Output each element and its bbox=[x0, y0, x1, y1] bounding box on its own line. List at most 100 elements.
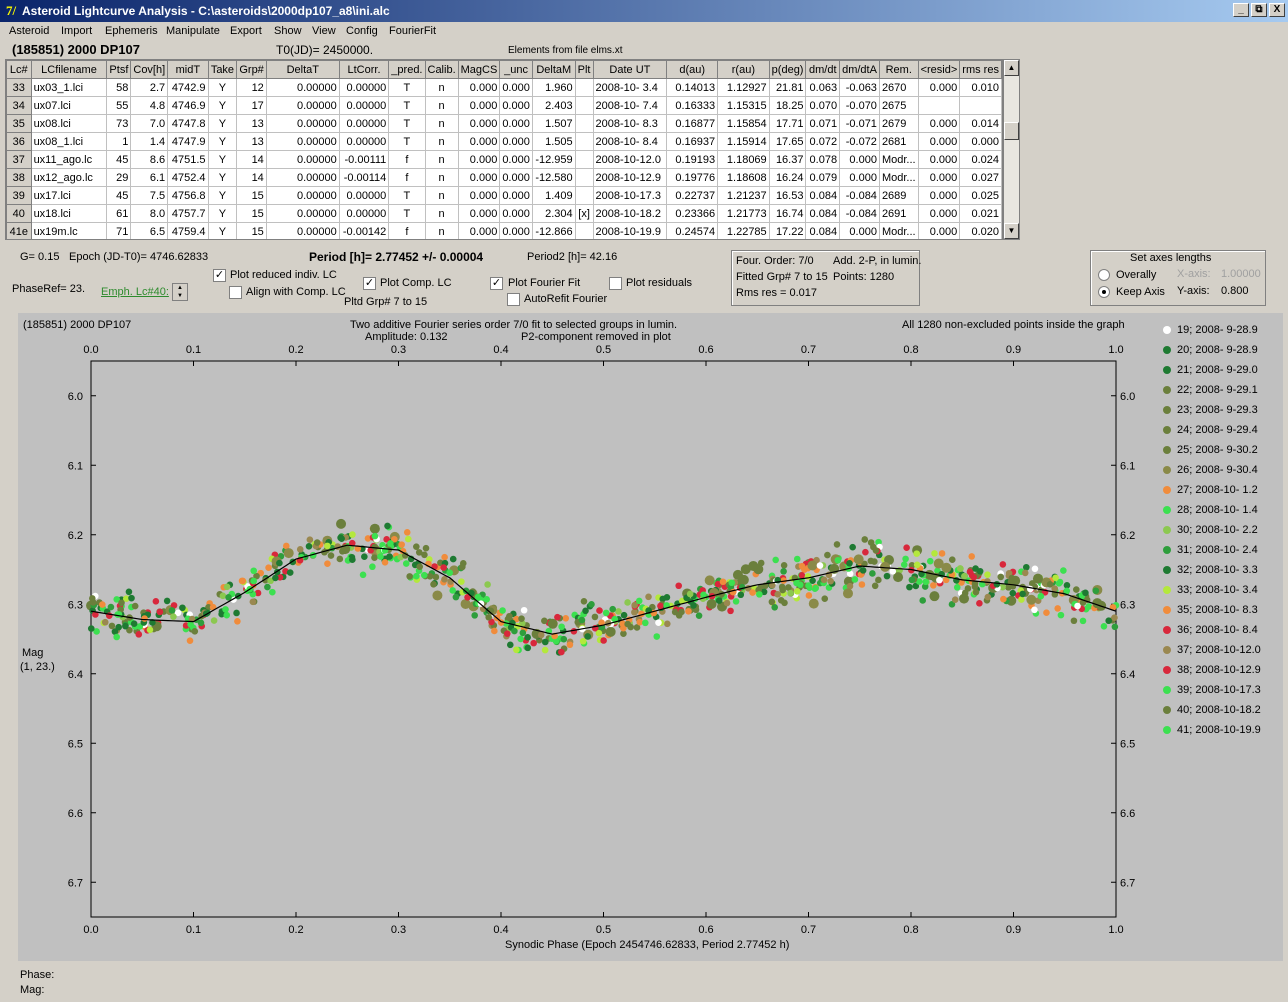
data-point bbox=[961, 589, 969, 597]
data-point bbox=[1022, 563, 1030, 571]
legend-item: 20; 2008- 9-28.9 bbox=[1157, 340, 1258, 360]
x-tick-label: 0.4 bbox=[493, 924, 508, 936]
data-point bbox=[234, 617, 241, 625]
data-point bbox=[554, 613, 561, 621]
data-point bbox=[984, 571, 991, 579]
data-point bbox=[675, 582, 683, 590]
legend-dot-icon bbox=[1163, 526, 1171, 534]
data-point bbox=[371, 532, 379, 540]
data-point bbox=[371, 554, 378, 562]
y-tick-label-right: 6.1 bbox=[1120, 460, 1135, 472]
data-point bbox=[582, 607, 589, 615]
data-point bbox=[812, 584, 819, 592]
data-point bbox=[824, 551, 831, 559]
data-point bbox=[296, 546, 304, 553]
data-point bbox=[931, 550, 938, 557]
data-point bbox=[653, 633, 661, 640]
data-point bbox=[1073, 586, 1080, 593]
legend-label: 32; 2008-10- 3.3 bbox=[1177, 564, 1258, 576]
legend-dot-icon bbox=[1163, 366, 1171, 374]
data-point bbox=[506, 612, 513, 620]
data-point bbox=[805, 582, 812, 589]
data-point bbox=[223, 583, 231, 591]
data-point bbox=[530, 639, 537, 647]
data-point bbox=[922, 578, 930, 586]
data-point bbox=[615, 608, 622, 615]
data-point bbox=[122, 622, 129, 630]
data-point bbox=[371, 543, 379, 551]
data-point bbox=[861, 536, 869, 543]
data-point bbox=[871, 582, 879, 590]
legend-label: 24; 2008- 9-29.4 bbox=[1177, 424, 1258, 436]
data-point bbox=[993, 580, 1001, 588]
data-point bbox=[1032, 573, 1043, 584]
data-point bbox=[706, 598, 717, 609]
data-point bbox=[101, 618, 109, 626]
legend-label: 35; 2008-10- 8.3 bbox=[1177, 604, 1258, 616]
data-point bbox=[186, 637, 194, 644]
data-point bbox=[118, 599, 125, 607]
y-tick-label: 6.6 bbox=[68, 808, 83, 820]
data-point bbox=[728, 579, 736, 587]
plot-caption-p2: P2-component removed in plot bbox=[521, 331, 671, 343]
data-point bbox=[128, 594, 135, 602]
data-point bbox=[1031, 565, 1039, 573]
data-point bbox=[406, 573, 413, 580]
data-point bbox=[491, 627, 498, 635]
y-tick-label-right: 6.0 bbox=[1120, 391, 1135, 403]
data-point bbox=[715, 597, 723, 604]
y-tick-label: 6.1 bbox=[68, 460, 83, 472]
legend-dot-icon bbox=[1163, 406, 1171, 414]
data-point bbox=[108, 622, 116, 630]
data-point bbox=[645, 593, 652, 601]
data-point bbox=[566, 641, 574, 649]
data-point bbox=[413, 543, 420, 550]
data-point bbox=[219, 592, 227, 600]
data-point bbox=[1074, 602, 1081, 610]
data-point bbox=[210, 617, 218, 624]
data-point bbox=[780, 568, 787, 575]
legend-item: 19; 2008- 9-28.9 bbox=[1157, 320, 1258, 340]
data-point bbox=[941, 562, 952, 573]
data-point bbox=[756, 591, 763, 598]
legend-dot-icon bbox=[1163, 706, 1171, 714]
legend-item: 35; 2008-10- 8.3 bbox=[1157, 600, 1258, 620]
data-point bbox=[99, 601, 106, 608]
legend-dot-icon bbox=[1163, 586, 1171, 594]
legend-dot-icon bbox=[1163, 506, 1171, 514]
data-point bbox=[584, 633, 592, 640]
data-point bbox=[141, 615, 148, 622]
data-point bbox=[447, 578, 454, 585]
plot-caption-fit: Two additive Fourier series order 7/0 fi… bbox=[350, 319, 678, 331]
data-point bbox=[976, 567, 984, 575]
data-point bbox=[471, 612, 478, 619]
data-point bbox=[849, 543, 856, 551]
legend-dot-icon bbox=[1163, 606, 1171, 614]
legend-label: 19; 2008- 9-28.9 bbox=[1177, 324, 1258, 336]
legend-item: 40; 2008-10-18.2 bbox=[1157, 700, 1261, 720]
data-point bbox=[156, 608, 164, 616]
data-point bbox=[499, 607, 506, 614]
data-point bbox=[562, 614, 570, 622]
data-point bbox=[732, 569, 743, 580]
data-point bbox=[816, 562, 824, 569]
data-point bbox=[337, 534, 344, 542]
phase-readout: Phase: bbox=[20, 969, 55, 981]
data-point bbox=[808, 598, 819, 609]
data-point bbox=[859, 567, 867, 574]
legend-label: 38; 2008-10-12.9 bbox=[1177, 664, 1261, 676]
data-point bbox=[107, 603, 115, 611]
data-point bbox=[135, 631, 143, 638]
legend-label: 30; 2008-10- 2.2 bbox=[1177, 524, 1258, 536]
data-point bbox=[827, 577, 834, 585]
data-point bbox=[483, 596, 491, 603]
data-point bbox=[1105, 617, 1112, 625]
legend-dot-icon bbox=[1163, 446, 1171, 454]
data-point bbox=[1092, 587, 1100, 595]
lightcurve-chart[interactable]: 0.0 0.0 0.1 0.1 0.2 0.2 0.3 0.3 0.4 0.4 0.5 0.5 0.6 0… bbox=[0, 0, 1288, 1002]
data-point bbox=[1026, 594, 1037, 605]
legend-dot-icon bbox=[1163, 546, 1171, 554]
data-point bbox=[541, 638, 549, 646]
data-point bbox=[452, 593, 460, 601]
y-axis-label: Mag bbox=[22, 647, 44, 659]
